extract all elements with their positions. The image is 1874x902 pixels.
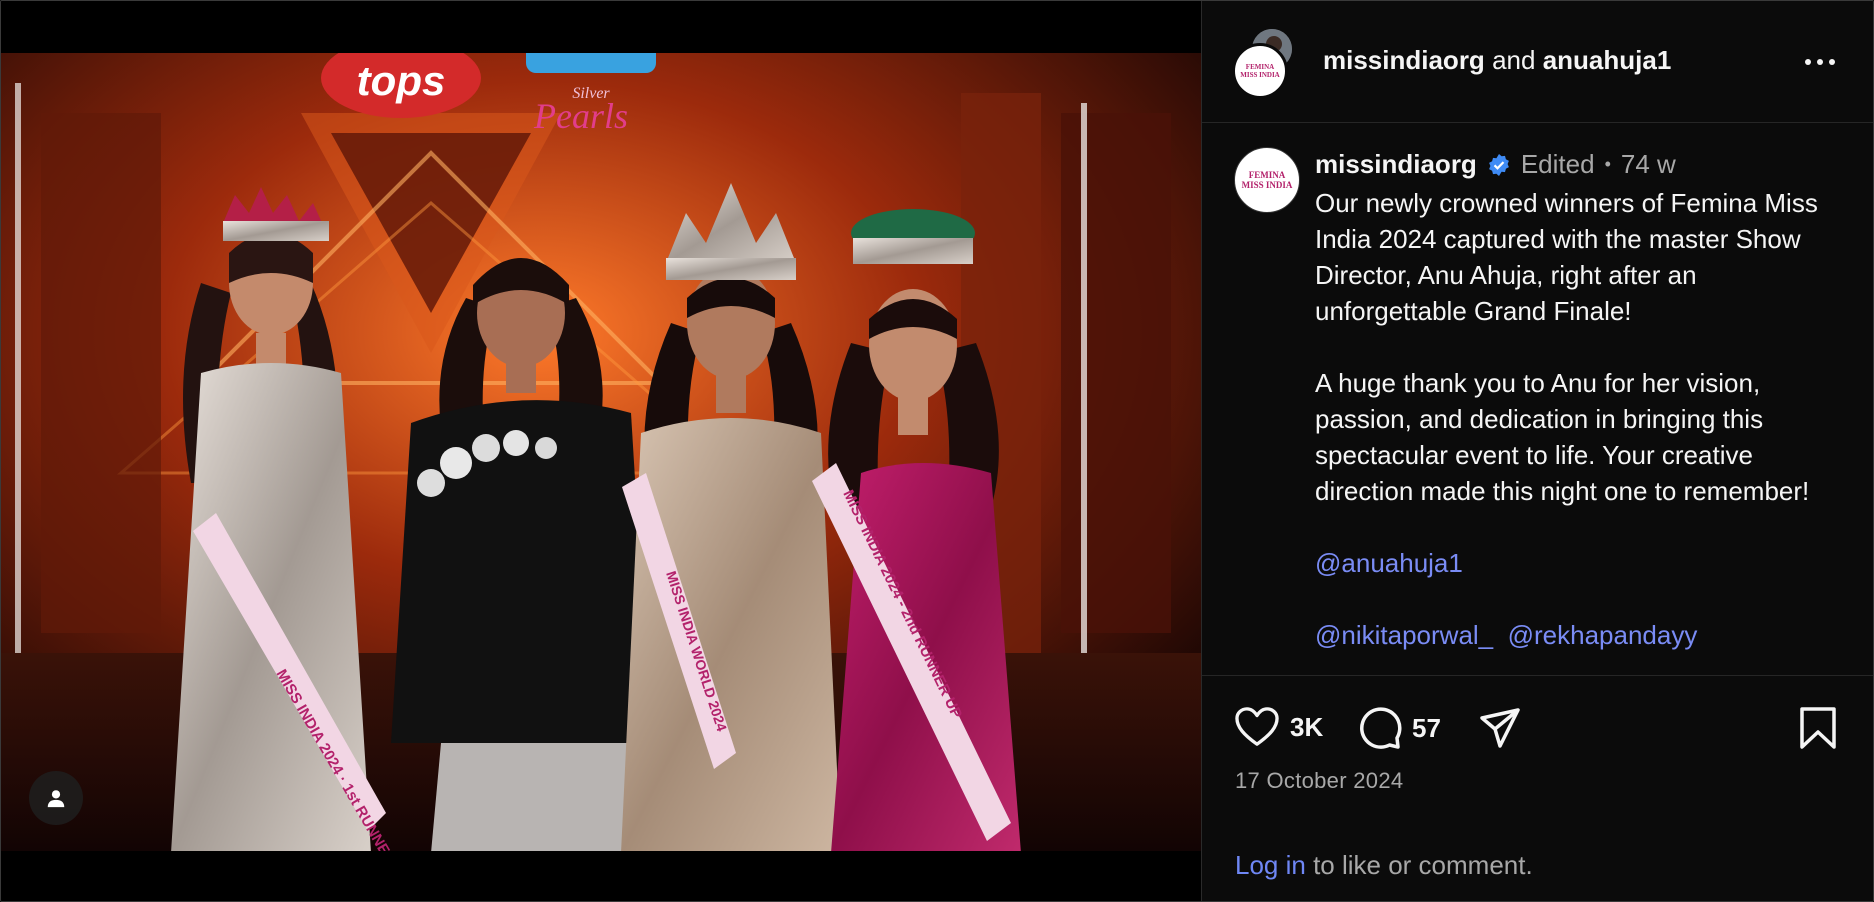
post-window: tops Silver Pearls MISS INDIA 2024 · 1st… — [0, 0, 1874, 902]
comment-icon — [1360, 707, 1402, 749]
mention-rekhapandayy[interactable]: @rekhapandayy — [1508, 620, 1698, 650]
share-button[interactable] — [1478, 706, 1522, 750]
login-prompt: Log in to like or comment. — [1235, 850, 1533, 881]
sponsor-tops-logo: tops — [357, 57, 446, 104]
post-owner-line: missindiaorg and anuahuja1 — [1323, 45, 1671, 76]
caption-body: Our newly crowned winners of Femina Miss… — [1315, 185, 1845, 653]
owner-and-text: and — [1492, 45, 1536, 75]
logo-line-1: FEMINA — [1248, 170, 1286, 180]
caption-area[interactable]: FEMINA MISS INDIA missindiaorg Edited • … — [1202, 123, 1873, 675]
user-icon — [47, 790, 65, 808]
post-side-panel: FEMINA MISS INDIA missindiaorg and anuah… — [1201, 1, 1873, 901]
logo-line-1: FEMINA — [1245, 63, 1275, 71]
collab-avatars[interactable]: FEMINA MISS INDIA — [1232, 29, 1302, 99]
femina-miss-india-logo: FEMINA MISS INDIA — [1240, 63, 1279, 79]
post-photo[interactable]: tops Silver Pearls MISS INDIA 2024 · 1st… — [1, 53, 1201, 851]
verified-badge-icon — [1488, 153, 1509, 176]
caption-header: missindiaorg Edited • 74 w — [1315, 149, 1676, 180]
post-age[interactable]: 74 w — [1621, 149, 1676, 180]
comment-button[interactable]: 57 — [1358, 706, 1441, 750]
send-icon — [1480, 708, 1520, 748]
like-count: 3K — [1290, 711, 1324, 742]
tagged-users-button[interactable] — [29, 771, 83, 825]
login-link[interactable]: Log in — [1235, 850, 1306, 880]
login-prompt-text: to like or comment. — [1305, 850, 1533, 880]
collaborator-username[interactable]: anuahuja1 — [1543, 45, 1672, 75]
more-dot — [1817, 59, 1823, 65]
logo-line-2: MISS INDIA — [1241, 180, 1293, 190]
comment-count: 57 — [1412, 712, 1441, 743]
like-button[interactable]: 3K — [1234, 706, 1323, 748]
more-dot — [1829, 59, 1835, 65]
action-bar: 3K 57 17 October 2024 Log in to like or … — [1202, 675, 1873, 901]
separator-dot: • — [1604, 154, 1611, 174]
edited-label: Edited — [1520, 149, 1595, 179]
caption-username[interactable]: missindiaorg — [1315, 149, 1477, 180]
caption-avatar[interactable]: FEMINA MISS INDIA — [1234, 147, 1300, 213]
stage-photo-illustration: tops Silver Pearls MISS INDIA 2024 · 1st… — [1, 53, 1201, 851]
heart-icon — [1235, 707, 1279, 746]
logo-line-2: MISS INDIA — [1240, 71, 1280, 79]
caption-text: Our newly crowned winners of Femina Miss… — [1315, 188, 1818, 506]
bookmark-icon — [1800, 707, 1836, 749]
sponsor-pearls-logo: Pearls — [533, 96, 628, 136]
mention-anuahuja1[interactable]: @anuahuja1 — [1315, 548, 1463, 578]
femina-miss-india-logo: FEMINA MISS INDIA — [1242, 170, 1293, 190]
save-button[interactable] — [1798, 706, 1838, 750]
post-date: 17 October 2024 — [1235, 768, 1404, 793]
post-header: FEMINA MISS INDIA missindiaorg and anuah… — [1202, 1, 1873, 123]
more-horizontal-icon — [1805, 59, 1811, 65]
owner-username[interactable]: missindiaorg — [1323, 45, 1485, 75]
post-media: tops Silver Pearls MISS INDIA 2024 · 1st… — [1, 1, 1201, 901]
avatar-missindiaorg[interactable]: FEMINA MISS INDIA — [1232, 43, 1288, 99]
more-options-button[interactable] — [1800, 47, 1840, 77]
mention-nikitaporwal[interactable]: @nikitaporwal_ — [1315, 620, 1493, 650]
